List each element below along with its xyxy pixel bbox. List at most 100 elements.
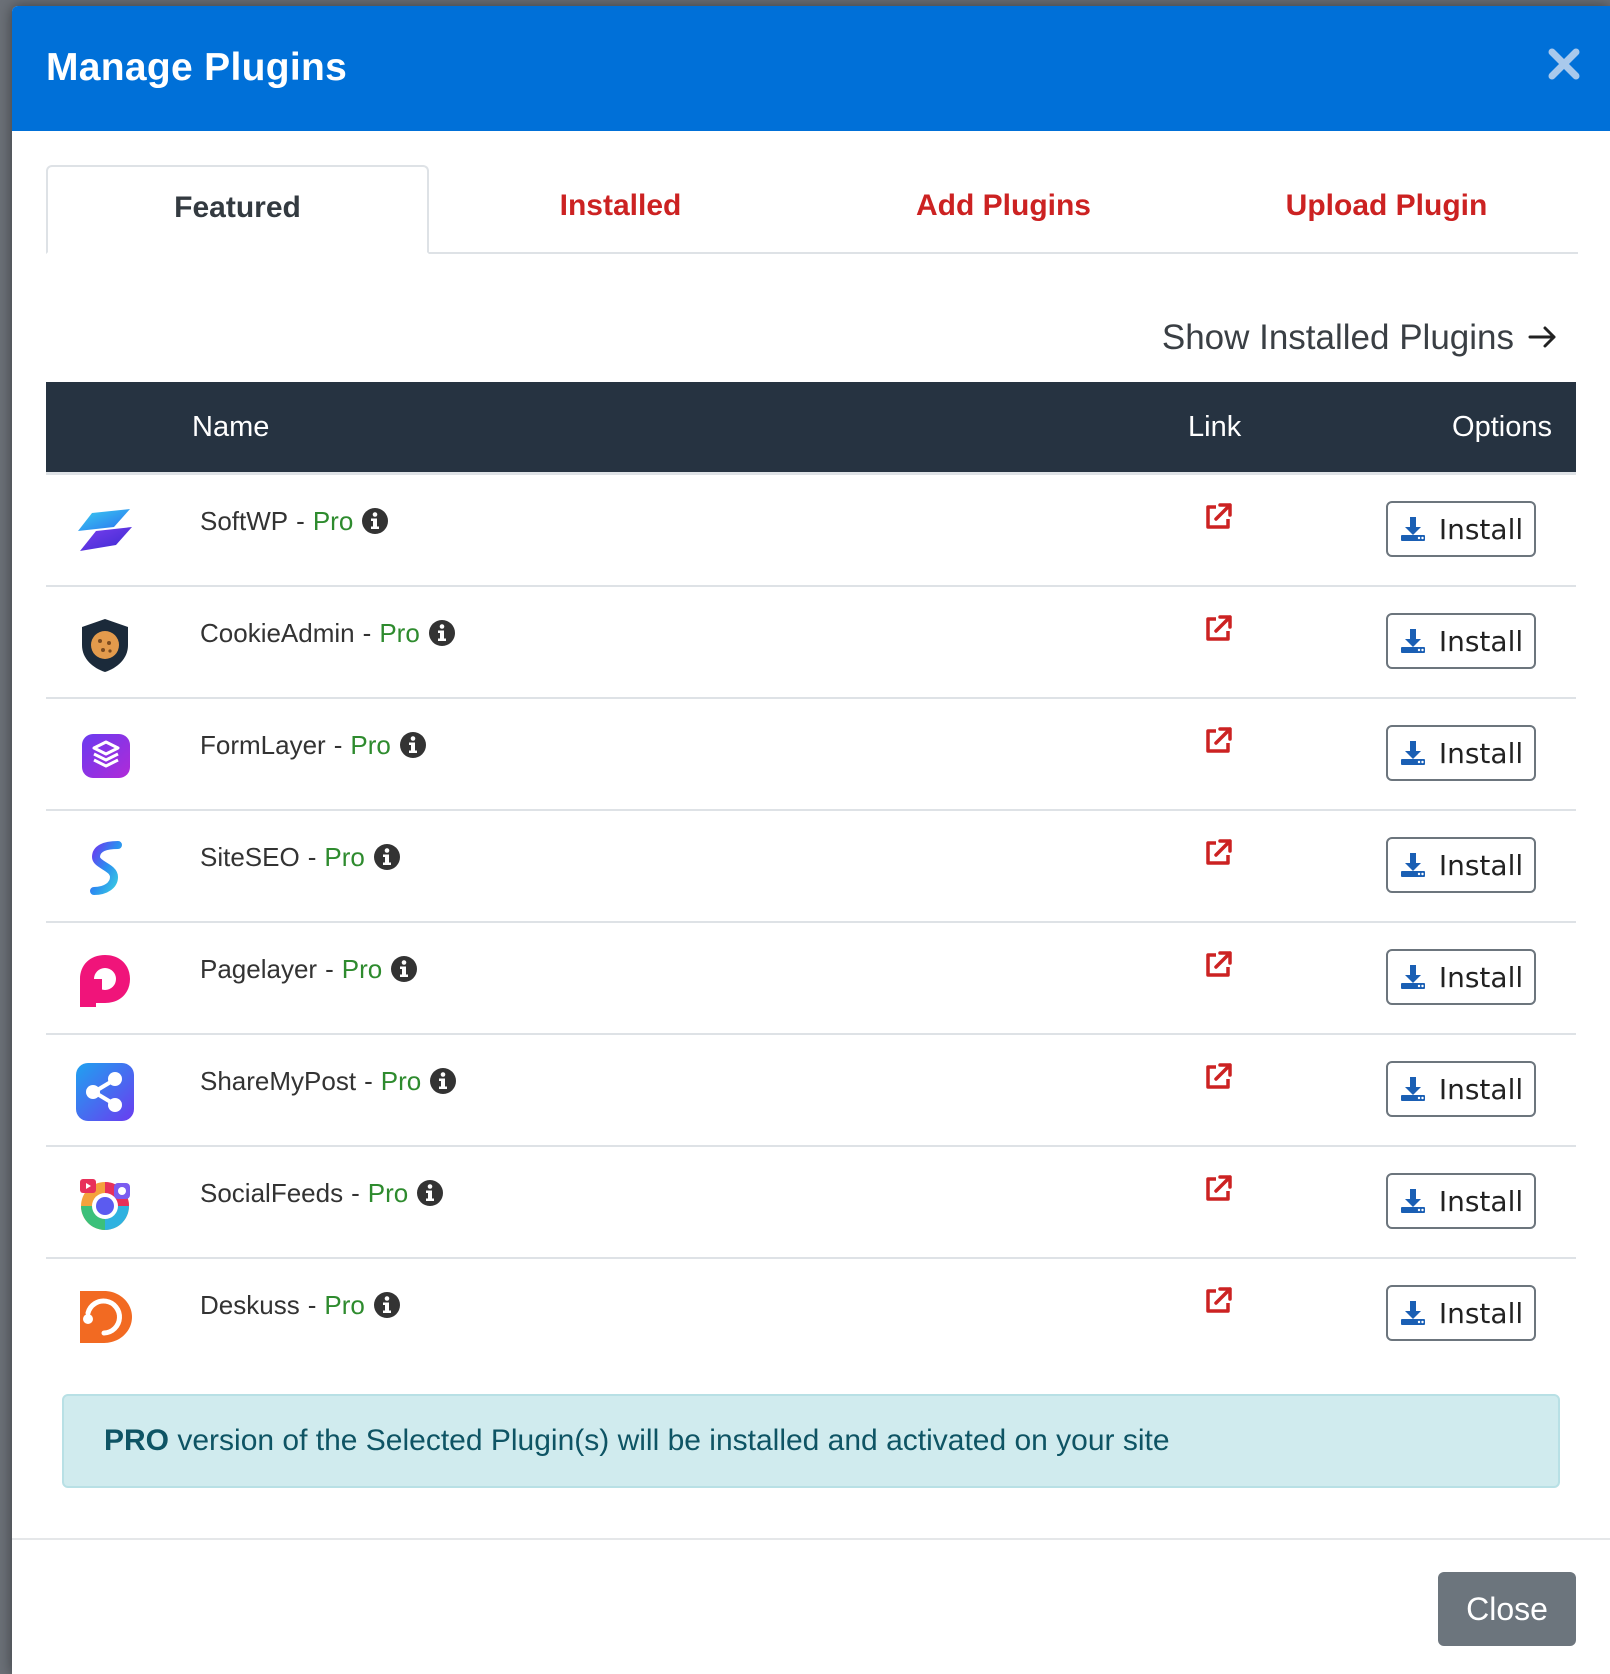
deskuss-logo-icon [74,1285,136,1347]
install-button[interactable]: Install [1386,949,1536,1005]
plugin-name-cell: FormLayer - Pro [200,699,427,791]
plugin-name: CookieAdmin [200,618,355,648]
name-separator: - [364,1066,373,1096]
header-link: Link [1188,411,1242,443]
manage-plugins-modal: Manage Plugins Featured Installed Add Pl… [12,6,1610,1674]
install-label: Install [1438,960,1524,994]
install-label: Install [1438,736,1524,770]
plugin-name-cell: SocialFeeds - Pro [200,1147,444,1239]
external-link-icon[interactable] [1202,1285,1234,1317]
info-icon[interactable] [373,1291,401,1319]
plugin-name: SoftWP [200,506,289,536]
plugin-name: ShareMyPost [200,1066,357,1096]
table-header: Name Link Options [46,382,1576,475]
info-icon[interactable] [361,507,389,535]
external-link-icon[interactable] [1202,725,1234,757]
table-row: Pagelayer - Pro Install [46,923,1576,1035]
plugin-name-cell: SiteSEO - Pro [200,811,401,903]
install-button[interactable]: Install [1386,501,1536,557]
info-icon[interactable] [416,1179,444,1207]
name-separator: - [307,1290,317,1320]
external-link-icon[interactable] [1202,1061,1234,1093]
install-label: Install [1438,512,1524,546]
info-icon[interactable] [399,731,427,759]
pro-label: Pro [380,1066,422,1096]
name-separator: - [362,618,372,648]
sharemypost-logo-icon [74,1061,136,1123]
pro-info-alert: PRO version of the Selected Plugin(s) wi… [62,1394,1560,1488]
install-button[interactable]: Install [1386,613,1536,669]
install-button[interactable]: Install [1386,1061,1536,1117]
table-row: ShareMyPost - Pro Install [46,1035,1576,1147]
name-separator: - [333,730,343,760]
pro-label: Pro [350,730,391,760]
install-label: Install [1438,1296,1524,1330]
modal-header: Manage Plugins [12,6,1610,131]
install-label: Install [1438,848,1524,882]
pro-label: Pro [324,842,365,872]
alert-strong: PRO [104,1424,170,1457]
plugin-name: FormLayer [200,730,326,760]
tab-add-plugins[interactable]: Add Plugins [812,165,1195,252]
close-button[interactable]: Close [1438,1572,1576,1646]
table-row: SiteSEO - Pro Install [46,811,1576,923]
footer-divider [12,1538,1610,1540]
info-icon[interactable] [428,619,456,647]
close-x-icon[interactable] [1544,44,1584,84]
external-link-icon[interactable] [1202,949,1234,981]
arrow-right-icon [1528,318,1558,358]
plugin-name-cell: CookieAdmin - Pro [200,587,456,679]
plugin-name-cell: Pagelayer - Pro [200,923,418,1015]
info-icon[interactable] [429,1067,457,1095]
show-installed-plugins-link[interactable]: Show Installed Plugins [1162,318,1558,358]
socialfeeds-logo-icon [74,1173,136,1235]
external-link-icon[interactable] [1202,1173,1234,1205]
plugin-name: SiteSEO [200,842,300,872]
table-row: SoftWP - Pro Install [46,475,1576,587]
tab-upload-plugin[interactable]: Upload Plugin [1195,165,1578,252]
tab-installed[interactable]: Installed [429,165,812,252]
table-row: SocialFeeds - Pro Install [46,1147,1576,1259]
pagelayer-logo-icon [74,949,136,1011]
pro-label: Pro [367,1178,409,1208]
softwp-logo-icon [74,501,136,563]
alert-text: version of the Selected Plugin(s) will b… [169,1424,1170,1457]
plugin-name-cell: Deskuss - Pro [200,1259,401,1351]
table-row: Deskuss - Pro Install [46,1259,1576,1369]
plugins-table: Name Link Options SoftWP - Pro Install C… [46,382,1576,1369]
info-icon[interactable] [390,955,418,983]
install-button[interactable]: Install [1386,725,1536,781]
name-separator: - [351,1178,360,1208]
info-icon[interactable] [373,843,401,871]
install-button[interactable]: Install [1386,837,1536,893]
install-button[interactable]: Install [1386,1285,1536,1341]
name-separator: - [307,842,317,872]
pro-label: Pro [312,506,354,536]
install-label: Install [1438,1184,1524,1218]
plugin-name-cell: SoftWP - Pro [200,475,389,567]
tab-featured[interactable]: Featured [46,165,429,254]
plugin-tabs: Featured Installed Add Plugins Upload Pl… [46,165,1578,254]
plugin-name: Pagelayer [200,954,318,984]
table-row: FormLayer - Pro Install [46,699,1576,811]
install-button[interactable]: Install [1386,1173,1536,1229]
table-row: CookieAdmin - Pro Install [46,587,1576,699]
show-installed-label: Show Installed Plugins [1161,318,1514,357]
plugin-name: Deskuss [200,1290,300,1320]
header-name: Name [192,411,270,443]
pro-label: Pro [379,618,420,648]
plugin-name-cell: ShareMyPost - Pro [200,1035,457,1127]
cookieadmin-logo-icon [74,613,136,675]
name-separator: - [325,954,334,984]
pro-label: Pro [324,1290,365,1320]
external-link-icon[interactable] [1202,501,1234,533]
install-label: Install [1438,624,1524,658]
header-options: Options [1452,411,1552,443]
modal-title: Manage Plugins [46,46,348,89]
external-link-icon[interactable] [1202,837,1234,869]
siteseo-logo-icon [74,837,136,899]
plugin-name: SocialFeeds [200,1178,344,1208]
install-label: Install [1438,1072,1524,1106]
formlayer-logo-icon [74,725,136,787]
external-link-icon[interactable] [1202,613,1234,645]
